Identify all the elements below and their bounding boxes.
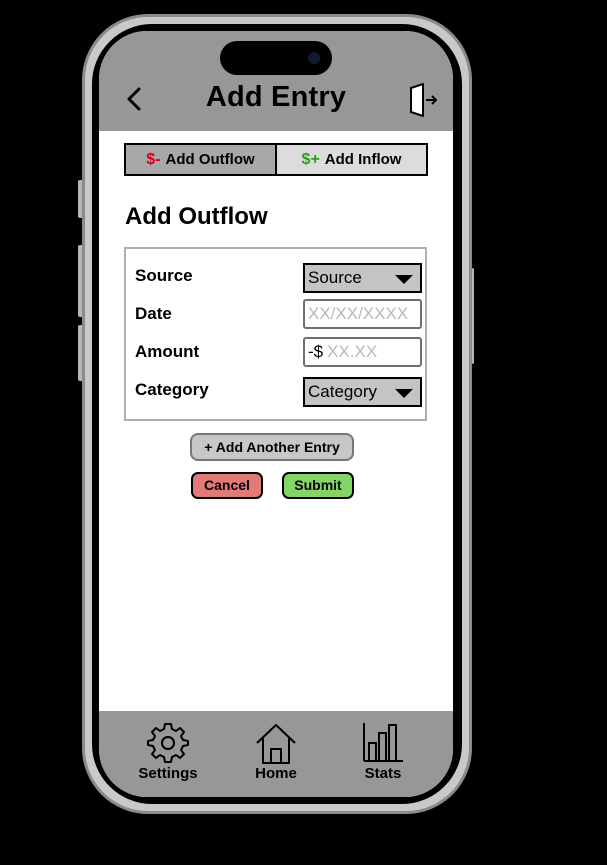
tab-add-outflow-label: Add Outflow [165,151,255,168]
category-dropdown[interactable]: Category [303,377,422,407]
camera-icon [308,52,320,64]
nav-stats[interactable]: Stats [343,721,423,791]
source-row: Source Source [135,261,422,293]
app-screen: Add Entry $- Add Outflow $+ Add Inflow A… [99,31,453,797]
nav-home-label: Home [255,765,297,782]
app-header: Add Entry [99,31,453,131]
flow-tabs: $- Add Outflow $+ Add Inflow [124,143,428,176]
tab-add-inflow-label: Add Inflow [324,151,402,168]
tab-add-inflow[interactable]: $+ Add Inflow [277,145,426,174]
entry-form: Source Source Date XX/XX/XXXX Amount -$ X… [124,247,427,421]
submit-button[interactable]: Submit [282,472,354,499]
bar-chart-icon [363,723,403,762]
nav-stats-label: Stats [364,765,402,782]
date-placeholder: XX/XX/XXXX [308,304,409,323]
page-title: Add Entry [205,81,347,113]
source-label: Source [135,266,193,285]
outflow-symbol: $- [146,150,161,168]
date-label: Date [135,304,172,323]
chevron-down-icon [395,389,413,398]
amount-placeholder: XX.XX [327,342,378,361]
category-label: Category [135,380,209,399]
bottom-nav: Settings Home Stats [99,711,453,797]
cancel-button[interactable]: Cancel [191,472,263,499]
form-title: Add Outflow [125,203,268,230]
nav-settings[interactable]: Settings [128,721,208,791]
source-selected-value: Source [308,268,362,287]
nav-home[interactable]: Home [236,721,316,791]
dynamic-island [220,41,332,75]
date-row: Date XX/XX/XXXX [135,299,422,331]
inflow-symbol: $+ [301,150,320,168]
chevron-down-icon [395,275,413,284]
category-row: Category Category [135,375,422,407]
amount-prefix: -$ [308,342,324,361]
exit-door-icon [410,83,438,117]
home-icon [256,724,296,764]
amount-input[interactable]: -$ XX.XX [303,337,422,367]
date-input[interactable]: XX/XX/XXXX [303,299,422,329]
add-another-entry-button[interactable]: + Add Another Entry [190,433,354,461]
category-selected-value: Category [308,382,377,401]
exit-button[interactable] [407,83,439,117]
source-dropdown[interactable]: Source [303,263,422,293]
tab-add-outflow[interactable]: $- Add Outflow [126,145,277,174]
nav-settings-label: Settings [138,765,198,782]
amount-row: Amount -$ XX.XX [135,337,422,369]
gear-icon [147,723,189,763]
amount-label: Amount [135,342,200,361]
